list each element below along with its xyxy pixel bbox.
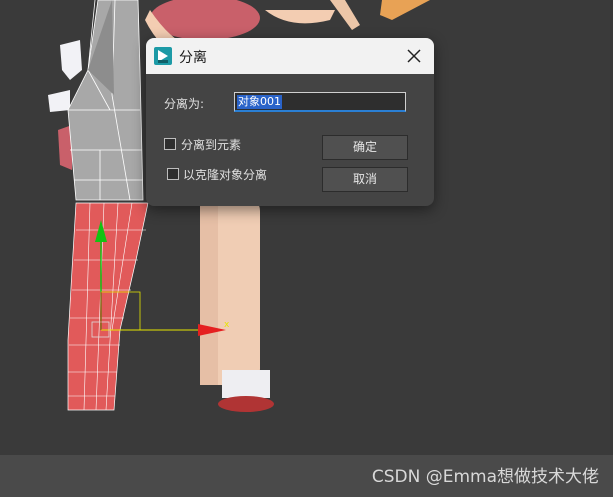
detach-as-clone-label: 以克隆对象分离 xyxy=(183,168,268,182)
detach-to-element-checkbox[interactable] xyxy=(164,138,176,150)
svg-text:x: x xyxy=(224,320,230,330)
name-label: 分离为: xyxy=(164,97,205,111)
detach-as-clone-checkbox[interactable] xyxy=(167,168,179,180)
character-ribbon xyxy=(60,40,82,80)
detach-dialog: 分离 分离为: 对象001 分离到元素 以克隆对象分离 确定 取消 xyxy=(146,38,434,206)
3dsmax-app-icon xyxy=(154,47,172,65)
watermark: CSDN @Emma想做技术大佬 xyxy=(371,467,599,487)
selected-mesh[interactable] xyxy=(67,202,149,411)
gray-leg-mesh xyxy=(67,0,144,201)
dialog-title: 分离 xyxy=(179,50,207,66)
character-sock xyxy=(222,370,270,398)
name-input[interactable]: 对象001 xyxy=(234,92,406,112)
character-hair xyxy=(380,0,430,20)
dialog-titlebar[interactable]: 分离 xyxy=(146,38,434,74)
name-input-value: 对象001 xyxy=(237,95,282,109)
close-icon[interactable] xyxy=(404,46,424,66)
ok-button[interactable]: 确定 xyxy=(322,135,408,160)
detach-to-element-label: 分离到元素 xyxy=(181,138,242,152)
character-shoe xyxy=(218,396,274,412)
character-cuff xyxy=(48,90,70,112)
character-leg-shade xyxy=(200,195,218,385)
character-arm-right xyxy=(265,10,335,24)
cancel-button[interactable]: 取消 xyxy=(322,167,408,192)
character-hand xyxy=(330,0,360,30)
